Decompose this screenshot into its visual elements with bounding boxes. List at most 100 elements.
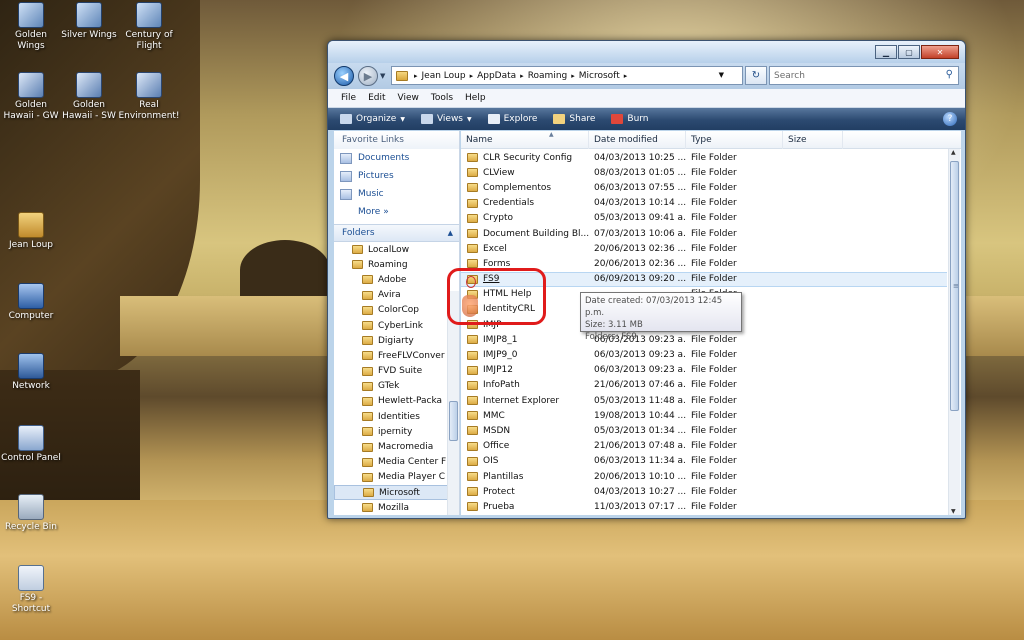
back-button[interactable]: ◀	[334, 66, 354, 86]
tree-item[interactable]: Media Center F	[334, 455, 459, 470]
tree-item[interactable]: Mozilla	[334, 500, 459, 515]
table-row[interactable]: InfoPath 21/06/2013 07:46 a... File Folder	[461, 378, 947, 393]
scroll-down-icon[interactable]: ▼	[951, 508, 956, 515]
tree-item[interactable]: FreeFLVConver	[334, 348, 459, 363]
refresh-icon: ↻	[751, 70, 761, 81]
breadcrumb-item[interactable]: AppData	[477, 71, 516, 81]
scroll-thumb[interactable]: ≡	[950, 161, 959, 411]
row-name-cell: Excel	[461, 244, 589, 254]
table-row[interactable]: OIS 06/03/2013 11:34 a... File Folder	[461, 454, 947, 469]
tree-item[interactable]: Roaming	[334, 257, 459, 272]
help-button[interactable]: ?	[943, 112, 957, 126]
table-row[interactable]: IMJP12 06/03/2013 09:23 a... File Folder	[461, 363, 947, 378]
table-row[interactable]: Prueba 11/03/2013 07:17 ... File Folder	[461, 499, 947, 514]
file-list-scrollbar[interactable]: ▲ ≡ ▼	[948, 149, 960, 515]
toolbar-explore-button[interactable]: Explore	[487, 114, 537, 124]
tree-item[interactable]: ColorCop	[334, 303, 459, 318]
desktop-icon-0[interactable]: Golden Wings	[0, 2, 62, 52]
desktop-icon-10[interactable]: Recycle Bin	[0, 494, 62, 533]
menu-help[interactable]: Help	[465, 93, 486, 103]
breadcrumb-item[interactable]: Jean Loup	[422, 71, 466, 81]
toolbar-burn-button[interactable]: Burn	[611, 114, 649, 124]
desktop-icon-9[interactable]: Control Panel	[0, 425, 62, 464]
tree-item[interactable]: Adobe	[334, 272, 459, 287]
tree-item[interactable]: Identities	[334, 409, 459, 424]
chevron-down-icon[interactable]: ▼	[719, 71, 724, 79]
table-row[interactable]: IMJP9_0 06/03/2013 09:23 a... File Folder	[461, 347, 947, 362]
tree-item[interactable]: ipernity	[334, 424, 459, 439]
tree-item[interactable]: Media Player C	[334, 470, 459, 485]
breadcrumb-separator[interactable]: ▸	[624, 72, 628, 80]
tree-item[interactable]: Hewlett-Packa	[334, 394, 459, 409]
desktop-icon-4[interactable]: Golden Hawaii - SW	[58, 72, 120, 122]
table-row[interactable]: CLR Security Config 04/03/2013 10:25 ... F…	[461, 150, 947, 165]
toolbar-share-button[interactable]: Share	[553, 114, 595, 124]
minimize-button[interactable]: ▁	[875, 45, 897, 59]
table-row[interactable]: Credentials 04/03/2013 10:14 ... File Fold…	[461, 196, 947, 211]
desktop-icon-6[interactable]: Jean Loup	[0, 212, 62, 251]
desktop-icon-label: Jean Loup	[8, 240, 54, 250]
folders-header[interactable]: Folders ▲	[334, 224, 459, 242]
search-icon[interactable]: ⚲	[946, 69, 953, 80]
table-row[interactable]: MSDN 05/03/2013 01:34 ... File Folder	[461, 423, 947, 438]
column-header-size[interactable]: Size	[783, 131, 843, 149]
tree-item[interactable]: Macromedia	[334, 439, 459, 454]
desktop-icon-8[interactable]: Network	[0, 353, 62, 392]
desktop-icon-2[interactable]: Century of Flight	[118, 2, 180, 52]
folder-icon	[467, 244, 478, 254]
close-button[interactable]: ✕	[921, 45, 959, 59]
favorite-link-music[interactable]: Music	[334, 185, 459, 203]
breadcrumb-separator[interactable]: ▸	[470, 72, 474, 80]
tree-item[interactable]: Digiarty	[334, 333, 459, 348]
refresh-button[interactable]: ↻	[745, 66, 767, 85]
table-row[interactable]: Plantillas 20/06/2013 10:10 ... File Folde…	[461, 469, 947, 484]
table-row[interactable]: Excel 20/06/2013 02:36 ... File Folder	[461, 241, 947, 256]
tree-item[interactable]: LocalLow	[334, 242, 459, 257]
favorite-link-documents[interactable]: Documents	[334, 149, 459, 167]
address-bar[interactable]: ▸ Jean Loup ▸ AppData ▸ Roaming ▸ Microsoft ▸ ▼	[391, 66, 743, 85]
breadcrumb-item[interactable]: Roaming	[528, 71, 568, 81]
favorite-link-pictures[interactable]: Pictures	[334, 167, 459, 185]
column-header-name[interactable]: Name	[461, 131, 589, 149]
search-input[interactable]: Search ⚲	[769, 66, 959, 85]
table-row[interactable]: MMC 19/08/2013 10:44 ... File Folder	[461, 408, 947, 423]
desktop-icon-5[interactable]: Real Environment!	[118, 72, 180, 122]
tree-item[interactable]: Avira	[334, 288, 459, 303]
tree-item[interactable]: GTek	[334, 379, 459, 394]
breadcrumb-item[interactable]: Microsoft	[579, 71, 620, 81]
table-row[interactable]: Internet Explorer 05/03/2013 11:48 a... Fi…	[461, 393, 947, 408]
breadcrumb-separator[interactable]: ▸	[571, 72, 575, 80]
table-row[interactable]: Complementos 06/03/2013 07:55 ... File Fol…	[461, 180, 947, 195]
desktop-icon-11[interactable]: FS9 - Shortcut	[0, 565, 62, 615]
tree-item[interactable]: CyberLink	[334, 318, 459, 333]
scroll-up-icon[interactable]: ▲	[951, 149, 956, 156]
menu-tools[interactable]: Tools	[431, 93, 453, 103]
tree-item[interactable]: FVD Suite	[334, 364, 459, 379]
desktop-icon-7[interactable]: Computer	[0, 283, 62, 322]
table-row[interactable]: Document Building Bl... 07/03/2013 10:06 …	[461, 226, 947, 241]
table-row[interactable]: Office 21/06/2013 07:48 a... File Folder	[461, 439, 947, 454]
forward-button[interactable]: ▶	[358, 66, 378, 86]
table-row[interactable]: CLView 08/03/2013 01:05 ... File Folder	[461, 165, 947, 180]
desktop-icon-1[interactable]: Silver Wings	[58, 2, 120, 41]
more-links-button[interactable]: More »	[334, 203, 459, 220]
desktop-icon-3[interactable]: Golden Hawaii - GW	[0, 72, 62, 122]
table-row[interactable]: Protect 04/03/2013 10:27 ... File Folder	[461, 484, 947, 499]
breadcrumb-separator[interactable]: ▸	[520, 72, 524, 80]
toolbar-views-button[interactable]: Views ▼	[420, 114, 472, 124]
folder-icon	[362, 290, 373, 300]
tree-item[interactable]: Microsoft	[334, 485, 459, 501]
column-header-type[interactable]: Type	[686, 131, 783, 149]
table-row[interactable]: Crypto 05/03/2013 09:41 a... File Folder	[461, 211, 947, 226]
menu-view[interactable]: View	[398, 93, 419, 103]
menu-file[interactable]: File	[341, 93, 356, 103]
row-type: File Folder	[691, 258, 737, 269]
menu-edit[interactable]: Edit	[368, 93, 385, 103]
recent-pages-button[interactable]: ▼	[380, 72, 388, 80]
column-header-date-modified[interactable]: Date modified	[589, 131, 686, 149]
folder-icon	[467, 198, 478, 208]
title-bar[interactable]: ▁ ▢ ✕	[328, 41, 965, 63]
maximize-button[interactable]: ▢	[898, 45, 920, 59]
row-date: 11/03/2013 07:17 ...	[594, 501, 686, 512]
toolbar-organize-button[interactable]: Organize ▼	[340, 114, 405, 124]
